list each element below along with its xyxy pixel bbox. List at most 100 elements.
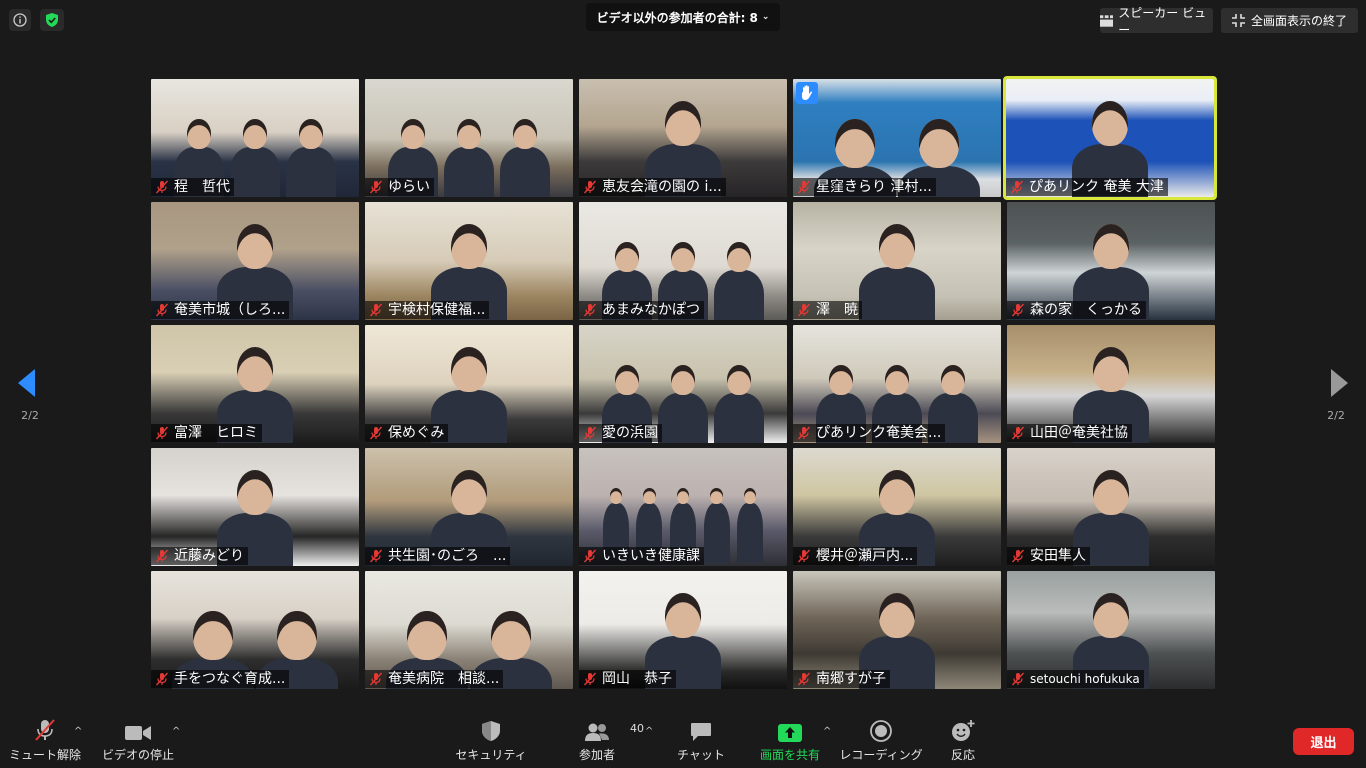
participant-face (676, 488, 690, 504)
participant-name-label: 奄美病院 相談... (365, 670, 504, 688)
microphone-muted-icon (797, 549, 811, 563)
video-tile[interactable]: 澤 暁 (793, 202, 1001, 320)
video-tile[interactable]: 程 哲代 (151, 79, 359, 197)
share-screen-icon (778, 724, 802, 742)
participant-name: 安田隼人 (1030, 548, 1086, 564)
video-tile[interactable]: 森の家 くっかる (1007, 202, 1215, 320)
participant-name-label: 宇検村保健福... (365, 301, 490, 319)
video-tile[interactable]: 共生園･のごろ ... (365, 448, 573, 566)
participants-options-caret[interactable]: ^ (645, 726, 653, 737)
participant-name-label: 岡山 恭子 (579, 670, 676, 688)
leave-meeting-button[interactable]: 退出 (1293, 728, 1354, 755)
participant-face (615, 242, 639, 272)
video-tile[interactable]: 南郷すが子 (793, 571, 1001, 689)
participant-face (237, 347, 273, 393)
participants-button[interactable]: 40 参加者 (567, 712, 644, 768)
chat-bubble-icon (691, 723, 711, 741)
previous-page-button[interactable]: 2/2 (0, 345, 60, 435)
video-tile[interactable]: いきいき健康課 (579, 448, 787, 566)
video-tile[interactable]: ゆらい (365, 79, 573, 197)
participant-name-label: ゆらい (365, 178, 434, 196)
participant-face (1093, 593, 1129, 639)
video-tile[interactable]: 奄美市城（しろ... (151, 202, 359, 320)
participants-count: 40 (630, 722, 644, 735)
microphone-muted-icon (155, 549, 169, 563)
reactions-button[interactable]: 反応 (940, 712, 986, 768)
top-bar: ビデオ以外の参加者の合計: 8 ⌄ スピーカー ビュー 全画面表示の終了 (0, 0, 1366, 40)
video-tile[interactable]: 櫻井＠瀬戸内... (793, 448, 1001, 566)
speaker-view-button[interactable]: スピーカー ビュー (1100, 6, 1213, 37)
video-camera-icon (125, 726, 151, 740)
participant-name-label: 山田＠奄美社協 (1007, 424, 1132, 442)
video-options-caret[interactable]: ^ (172, 726, 180, 737)
video-tile[interactable]: 近藤みどり (151, 448, 359, 566)
chevron-down-icon: ⌄ (761, 12, 770, 22)
microphone-muted-icon (1011, 426, 1025, 440)
exit-fullscreen-label: 全画面表示の終了 (1250, 14, 1347, 28)
participant-face (727, 242, 751, 272)
raised-hand-icon (796, 82, 818, 104)
unmute-button[interactable]: ミュート解除 (8, 712, 82, 768)
participant-face (451, 470, 487, 516)
participant-body (859, 266, 935, 320)
participants-label: 参加者 (578, 748, 615, 762)
participant-name: 奄美病院 相談... (388, 671, 500, 687)
video-tile[interactable]: 山田＠奄美社協 (1007, 325, 1215, 443)
participant-face (879, 470, 915, 516)
participant-name: 恵友会滝の園の i... (602, 179, 722, 195)
video-tile[interactable]: ぴあリンク 奄美 大津 (1003, 76, 1217, 200)
video-tile[interactable]: あまみなかぽつ (579, 202, 787, 320)
participant-count-dropdown[interactable]: ビデオ以外の参加者の合計: 8 ⌄ (586, 3, 780, 31)
video-tile[interactable]: 安田隼人 (1007, 448, 1215, 566)
video-tile[interactable]: 手をつなぐ育成... (151, 571, 359, 689)
audio-options-caret[interactable]: ^ (74, 726, 82, 737)
video-tile[interactable]: ぴあリンク奄美会... (793, 325, 1001, 443)
microphone-muted-icon (155, 426, 169, 440)
participant-name-label: 星窪きらり 津村... (793, 178, 936, 196)
participant-name-label: 奄美市城（しろ... (151, 301, 290, 319)
chat-button[interactable]: チャット (672, 712, 730, 768)
info-icon[interactable] (9, 9, 31, 31)
video-tile[interactable]: 保めぐみ (365, 325, 573, 443)
share-screen-button[interactable]: 画面を共有 (756, 712, 824, 768)
participant-body (737, 502, 764, 563)
video-tile[interactable]: 宇検村保健福... (365, 202, 573, 320)
record-button[interactable]: レコーディング (839, 712, 923, 768)
participant-face (187, 119, 211, 149)
participant-name-label: 保めぐみ (365, 424, 449, 442)
next-page-button[interactable]: 2/2 (1306, 345, 1366, 435)
video-tile[interactable]: 岡山 恭子 (579, 571, 787, 689)
meeting-toolbar: ミュート解除 ^ ビデオの停止 ^ セキュリティ 40 参加者 ^ チャット 画… (0, 712, 1366, 768)
microphone-muted-icon (155, 180, 169, 194)
participant-name-label: 恵友会滝の園の i... (579, 178, 726, 196)
encryption-shield-icon[interactable] (40, 9, 64, 31)
video-tile[interactable]: 愛の浜園 (579, 325, 787, 443)
share-screen-label: 画面を共有 (759, 748, 820, 762)
security-button[interactable]: セキュリティ (455, 712, 527, 768)
chevron-right-icon (1331, 369, 1348, 397)
exit-fullscreen-button[interactable]: 全画面表示の終了 (1221, 8, 1358, 33)
video-tile[interactable]: 恵友会滝の園の i... (579, 79, 787, 197)
participant-face (665, 101, 701, 147)
participant-name: 保めぐみ (388, 425, 445, 441)
participant-face (513, 119, 537, 149)
participant-body (286, 147, 336, 197)
microphone-muted-icon (797, 303, 811, 317)
video-tile[interactable]: setouchi hofukuka (1007, 571, 1215, 689)
participant-face (671, 365, 695, 395)
record-label: レコーディング (839, 748, 923, 762)
participant-name: 愛の浜園 (602, 425, 658, 441)
participant-face (665, 593, 701, 639)
video-gallery: 程 哲代 ゆらい 恵友会滝の園の i... 星窪きらり 津村... ぴあリンク 奄美 大… (151, 76, 1217, 689)
participant-face (1093, 347, 1129, 393)
participant-face (277, 611, 317, 661)
share-options-caret[interactable]: ^ (823, 726, 831, 737)
video-tile[interactable]: 奄美病院 相談... (365, 571, 573, 689)
video-tile[interactable]: 富澤 ヒロミ (151, 325, 359, 443)
microphone-muted-icon (797, 426, 811, 440)
microphone-muted-icon (35, 719, 55, 741)
participant-name: 星窪きらり 津村... (816, 179, 932, 195)
video-tile[interactable]: 星窪きらり 津村... (793, 79, 1001, 197)
stop-video-button[interactable]: ビデオの停止 (101, 712, 175, 768)
participant-face (727, 365, 751, 395)
